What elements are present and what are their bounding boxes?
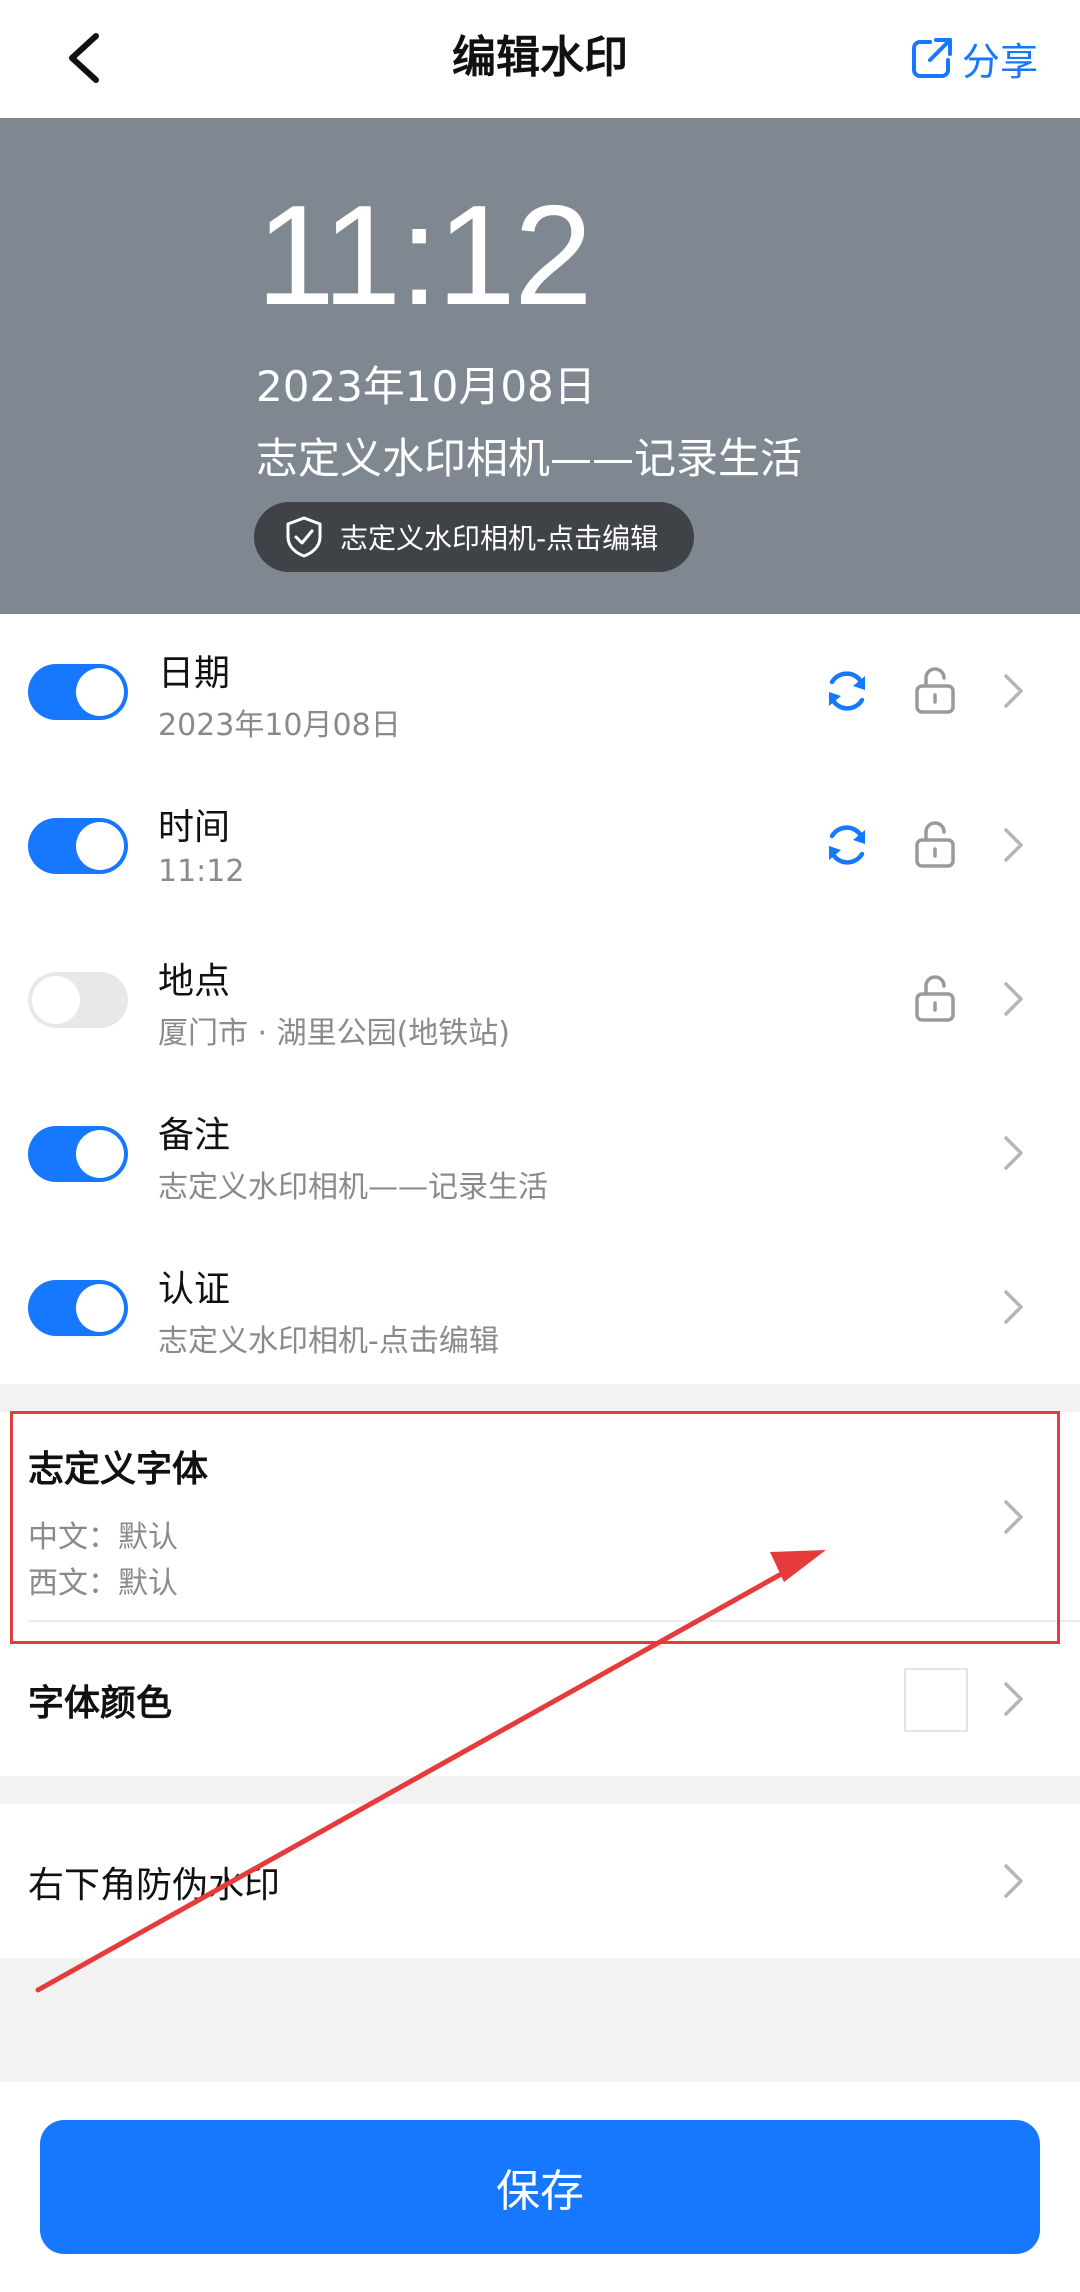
- field-title: 地点: [158, 961, 231, 1002]
- watermark-fields-list: 日期 2023年10月08日 时间 11:12 地点 厦门市 · 湖里公园(地铁…: [0, 614, 1080, 1384]
- share-label: 分享: [961, 39, 1038, 84]
- toggle-switch[interactable]: [28, 972, 128, 1028]
- toggle-knob: [32, 976, 80, 1024]
- field-row-location[interactable]: 地点 厦门市 · 湖里公园(地铁站): [0, 922, 1080, 1076]
- field-value: 2023年10月08日: [158, 708, 401, 743]
- field-value: 志定义水印相机——记录生活: [158, 1170, 548, 1205]
- lock-open-icon[interactable]: [912, 664, 958, 716]
- watermark-time: 11:12: [256, 176, 593, 335]
- font-color-row[interactable]: 字体颜色: [0, 1622, 1080, 1776]
- font-color-swatch[interactable]: [904, 1668, 968, 1732]
- chevron-right-icon[interactable]: [998, 978, 1028, 1020]
- field-title: 日期: [158, 653, 231, 694]
- toggle-switch[interactable]: [28, 1280, 128, 1336]
- save-button[interactable]: 保存: [40, 2120, 1040, 2254]
- anti-fake-watermark-row[interactable]: 右下角防伪水印: [0, 1804, 1080, 1958]
- annotation-highlight-box: [10, 1411, 1060, 1644]
- toggle-knob: [76, 1284, 124, 1332]
- lock-open-icon[interactable]: [912, 972, 958, 1024]
- section-divider: [0, 1384, 1080, 1412]
- section-divider: [0, 1776, 1080, 1804]
- field-value: 厦门市 · 湖里公园(地铁站): [158, 1016, 511, 1051]
- field-value: 11:12: [158, 854, 245, 889]
- font-color-title: 字体颜色: [28, 1683, 173, 1724]
- toggle-knob: [76, 822, 124, 870]
- field-title: 备注: [158, 1115, 231, 1156]
- bottom-spacer: [0, 1958, 1080, 2082]
- chevron-right-icon[interactable]: [998, 824, 1028, 866]
- toggle-switch[interactable]: [28, 664, 128, 720]
- field-value: 志定义水印相机-点击编辑: [158, 1324, 499, 1359]
- toggle-switch[interactable]: [28, 818, 128, 874]
- chevron-right-icon[interactable]: [998, 1678, 1028, 1720]
- field-row-certification[interactable]: 认证 志定义水印相机-点击编辑: [0, 1230, 1080, 1384]
- toggle-knob: [76, 668, 124, 716]
- chevron-right-icon[interactable]: [998, 670, 1028, 712]
- refresh-icon[interactable]: [822, 666, 872, 716]
- field-title: 认证: [158, 1269, 231, 1310]
- toggle-switch[interactable]: [28, 1126, 128, 1182]
- chevron-right-icon[interactable]: [998, 1860, 1028, 1902]
- watermark-cert-text: 志定义水印相机-点击编辑: [340, 522, 659, 555]
- top-bar: 编辑水印 分享: [0, 0, 1080, 118]
- field-row-date[interactable]: 日期 2023年10月08日: [0, 614, 1080, 768]
- toggle-knob: [76, 1130, 124, 1178]
- field-row-remark[interactable]: 备注 志定义水印相机——记录生活: [0, 1076, 1080, 1230]
- share-button[interactable]: 分享: [908, 22, 1038, 94]
- field-row-time[interactable]: 时间 11:12: [0, 768, 1080, 922]
- field-title: 时间: [158, 807, 231, 848]
- watermark-cert-badge[interactable]: 志定义水印相机-点击编辑: [254, 502, 694, 572]
- lock-open-icon[interactable]: [912, 818, 958, 870]
- watermark-remark: 志定义水印相机——记录生活: [256, 434, 803, 483]
- refresh-icon[interactable]: [822, 820, 872, 870]
- shield-check-icon: [286, 516, 322, 558]
- share-icon: [911, 38, 952, 78]
- chevron-right-icon[interactable]: [998, 1286, 1028, 1328]
- anti-fake-title: 右下角防伪水印: [28, 1865, 281, 1906]
- watermark-date: 2023年10月08日: [256, 362, 596, 411]
- watermark-preview: 11:12 2023年10月08日 志定义水印相机——记录生活 志定义水印相机-…: [0, 118, 1080, 614]
- chevron-right-icon[interactable]: [998, 1132, 1028, 1174]
